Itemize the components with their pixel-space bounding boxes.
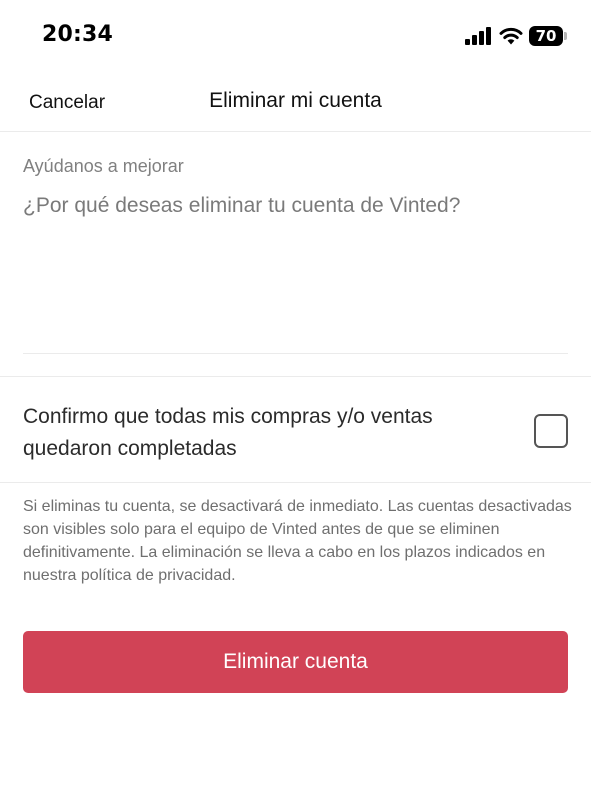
battery-tip [564, 32, 567, 40]
battery-level: 70 [529, 26, 563, 46]
status-time: 20:34 [42, 22, 114, 47]
feedback-input[interactable] [23, 192, 568, 332]
battery-icon: 70 [529, 26, 567, 46]
signal-icon [465, 27, 491, 45]
confirmation-checkbox[interactable] [534, 414, 568, 448]
confirmation-row[interactable]: Confirmo que todas mis compras y/o venta… [0, 377, 591, 483]
delete-account-screen: 20:34 70 Cancelar Eliminar mi cuenta Ayú… [0, 0, 591, 788]
page-title: Eliminar mi cuenta [209, 89, 382, 112]
status-icons: 70 [465, 24, 567, 48]
feedback-section: Ayúdanos a mejorar [23, 132, 568, 354]
status-bar: 20:34 70 [0, 0, 591, 70]
deletion-info-text: Si eliminas tu cuenta, se desactivará de… [23, 498, 572, 584]
delete-account-button[interactable]: Eliminar cuenta [23, 631, 568, 693]
wifi-icon [499, 27, 523, 45]
navigation-bar: Cancelar Eliminar mi cuenta [0, 70, 591, 132]
confirmation-label: Confirmo que todas mis compras y/o venta… [23, 405, 433, 460]
feedback-label: Ayúdanos a mejorar [23, 156, 184, 176]
